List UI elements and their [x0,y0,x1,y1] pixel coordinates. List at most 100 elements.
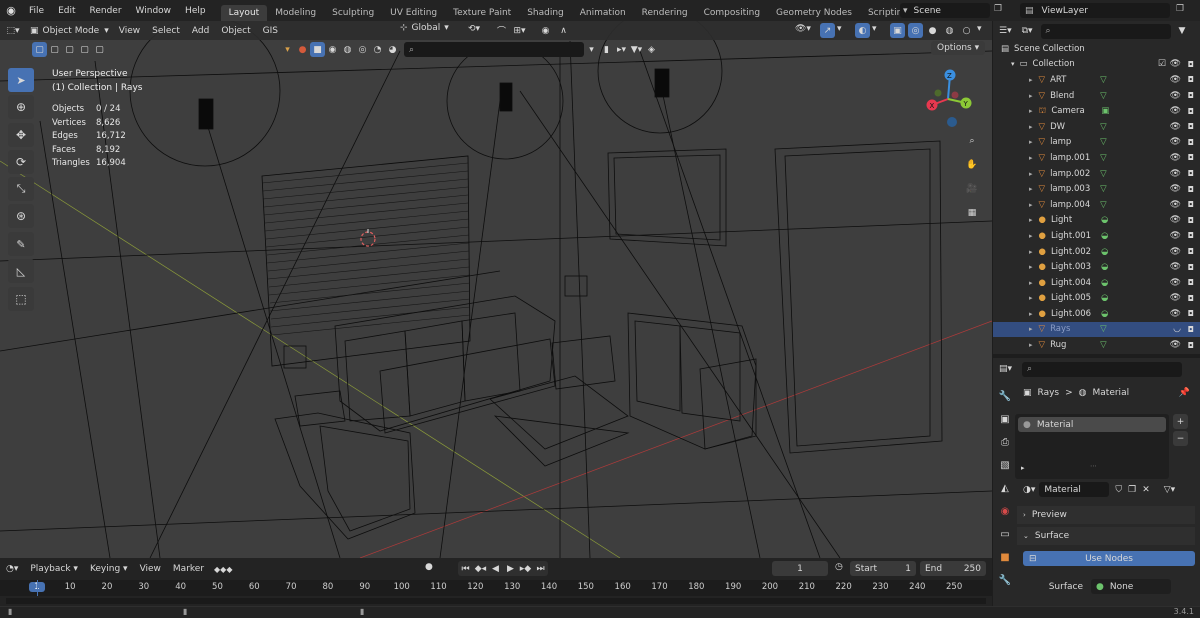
expand-icon[interactable]: ▸ [1029,138,1033,146]
outliner-row[interactable]: ▸ ▽ ART ▽ 👁 ◘ [993,72,1200,88]
resize-handle-icon[interactable]: ⋯ [1090,462,1097,470]
select-new-icon[interactable]: ▢ [32,42,47,57]
view-layer-selector[interactable]: ▤ ViewLayer [1020,3,1170,18]
eye-icon[interactable]: 👁 [1170,106,1181,116]
filter-material-icon[interactable]: ● [295,42,310,57]
camera-icon[interactable]: ◘ [1188,60,1194,69]
funnel-icon[interactable]: ▼▾ [629,42,644,57]
expand-icon[interactable]: ▸ [1029,294,1033,302]
tab-shading[interactable]: Shading [519,5,572,21]
camera-icon[interactable]: ◘ [1188,75,1194,84]
mesh-data-icon[interactable]: ▽ [1100,122,1107,132]
filter-object-icon[interactable]: ■ [310,42,325,57]
mesh-data-icon[interactable]: ▽ [1100,324,1107,334]
start-frame-field[interactable]: Start 1 [850,561,916,576]
camera-data-icon[interactable]: ▣ [1101,106,1109,116]
camera-icon[interactable]: ◘ [1188,122,1194,131]
eye-icon[interactable]: 👁 [1170,169,1181,179]
tab-uv-editing[interactable]: UV Editing [382,5,445,21]
tab-compositing[interactable]: Compositing [696,5,768,21]
current-frame-field[interactable]: 1 [772,561,828,576]
outliner-row[interactable]: ▸ ▽ DW ▽ 👁 ◘ [993,119,1200,135]
jump-start-icon[interactable]: ⏮ [458,561,473,576]
camera-icon[interactable]: ◘ [1188,91,1194,100]
outliner-row[interactable]: ▸ ▽ lamp.004 ▽ 👁 ◘ [993,197,1200,213]
eye-icon[interactable]: 👁 [1170,75,1181,85]
expand-icon[interactable]: ▸ [1029,92,1033,100]
add-cube-tool[interactable]: ⬚ [8,287,34,311]
checkbox-icon[interactable]: ☑ [1158,59,1166,69]
preview-panel-header[interactable]: › Preview [1017,506,1195,524]
menu-render[interactable]: Render [83,6,129,16]
eye-icon[interactable]: 👁 [1170,215,1181,225]
filter-render-icon[interactable]: ◕ [385,42,400,57]
select-intersect-icon[interactable]: ▢ [92,42,107,57]
shield-icon[interactable]: ◈ [644,42,659,57]
filter-world-icon[interactable]: ◎ [355,42,370,57]
filter-mesh-icon[interactable]: ▾ [280,42,295,57]
view-layer-new-icon[interactable]: ❐ [1176,4,1184,14]
shading-menu-icon[interactable]: ▾ [977,24,982,34]
eye-icon[interactable]: 👁 [1170,247,1181,257]
pan-hand-icon[interactable]: ✋ [962,155,982,175]
expand-icon[interactable]: ▸ [1029,76,1033,84]
play-icon[interactable]: ▶ [503,561,518,576]
camera-icon[interactable]: ◘ [1188,216,1194,225]
expand-icon[interactable]: ▸ [1029,185,1033,193]
expand-icon[interactable]: ▸ [1029,154,1033,162]
sort-icon[interactable]: ▸▾ [614,42,629,57]
navigation-gizmo[interactable]: Z X Y [918,67,978,129]
outliner-row[interactable]: ▸▽Sofa▽👁◘ [993,353,1200,354]
mode-selector[interactable]: ▣ Object Mode ▾ [26,26,113,36]
camera-icon[interactable]: ◘ [1188,247,1194,256]
timeline-menu-keying[interactable]: Keying ▾ [84,562,134,576]
outliner-row[interactable]: ▸ ▽ lamp.001 ▽ 👁 ◘ [993,150,1200,166]
viewport-menu-view[interactable]: View [113,24,146,38]
material-name-field[interactable]: Material [1039,482,1110,497]
pivot-icon[interactable]: ⟲▾ [468,24,480,34]
select-box-tool[interactable]: ➤ [8,68,34,92]
filter-globe-icon[interactable]: ◍ [340,42,355,57]
eye-icon[interactable]: 👁 [1170,122,1181,132]
tab-texture-paint[interactable]: Texture Paint [445,5,519,21]
collection-tab-icon[interactable]: ▭ [996,524,1014,544]
camera-icon[interactable]: ◘ [1188,169,1194,178]
menu-edit[interactable]: Edit [51,6,82,16]
camera-icon[interactable]: ◘ [1188,185,1194,194]
camera-icon[interactable]: ◘ [1188,263,1194,272]
tab-sculpting[interactable]: Sculpting [324,5,382,21]
zoom-icon[interactable]: ⌕ [962,131,982,151]
tab-rendering[interactable]: Rendering [634,5,696,21]
timeline-editor-icon[interactable]: ◔▾ [6,564,18,574]
camera-icon[interactable]: ◘ [1188,153,1194,162]
mesh-data-icon[interactable]: ▽ [1100,75,1107,85]
output-tab-icon[interactable]: ⎙ [996,432,1014,452]
rotate-tool[interactable]: ⟳ [8,150,34,174]
expand-icon[interactable]: ▸ [1029,170,1033,178]
gizmo-menu-icon[interactable]: ▾ [837,24,842,34]
tab-animation[interactable]: Animation [572,5,634,21]
expand-icon[interactable]: ▸ [1029,341,1033,349]
scene-new-icon[interactable]: ❐ [994,4,1002,14]
editor-type-icon[interactable]: ⬚▾ [0,26,26,36]
outliner-row[interactable]: ▸ ▽ lamp ▽ 👁 ◘ [993,135,1200,151]
frame-ruler[interactable]: 1102030405060708090100110120130140150160… [0,580,992,596]
camera-icon[interactable]: ◘ [1188,341,1194,350]
material-shading-icon[interactable]: ◍ [942,23,957,38]
snap-target-icon[interactable]: ⊞▾ [512,23,527,38]
world-tab-icon[interactable]: ◉ [996,501,1014,521]
expand-icon[interactable]: ▸ [1029,107,1033,115]
overlay-toggle-icon[interactable]: ◐ [855,23,870,38]
eye-icon[interactable]: 👁 [1170,137,1181,147]
mesh-data-icon[interactable]: ▽ [1100,137,1107,147]
gizmo-toggle-icon[interactable]: ↗ [820,23,835,38]
outliner-row[interactable]: ▸ ● Light.003 ◒ 👁 ◘ [993,259,1200,275]
rendered-shading-icon[interactable]: ○ [959,23,974,38]
mesh-data-icon[interactable]: ▽ [1100,153,1107,163]
scene-selector[interactable]: ▾ Scene [900,3,990,18]
blender-logo-icon[interactable]: ◉ [0,4,22,17]
outliner-row[interactable]: ▸ ▽ lamp.003 ▽ 👁 ◘ [993,181,1200,197]
eye-icon[interactable]: 👁 [1170,309,1181,319]
outliner-editor-icon[interactable]: ☰▾ [999,26,1012,36]
outliner-row[interactable]: ▸ ⛫ Camera ▣ 👁 ◘ [993,103,1200,119]
